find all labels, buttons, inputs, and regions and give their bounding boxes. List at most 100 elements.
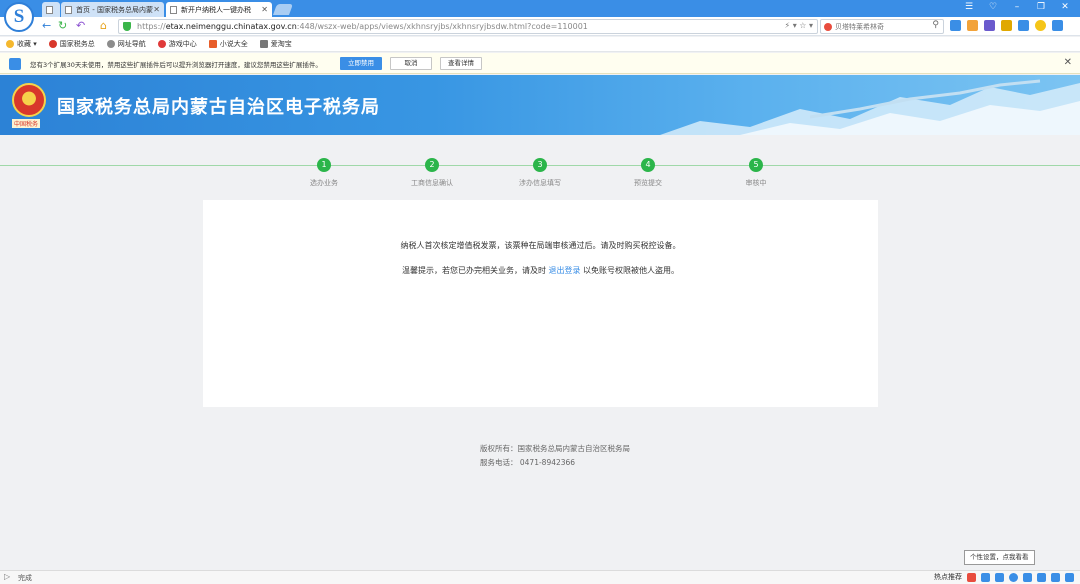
step-label: 选办业务 bbox=[310, 179, 338, 187]
bookmark-game-center[interactable]: 游戏中心 bbox=[157, 39, 197, 49]
skin-icon[interactable] bbox=[1051, 572, 1060, 582]
keyboard-icon[interactable] bbox=[1037, 572, 1046, 582]
step-number: 3 bbox=[533, 158, 547, 172]
service-phone: 服务电话： 0471-8942366 bbox=[480, 458, 576, 467]
emblem-caption: 中国税务 bbox=[12, 119, 41, 128]
lightning-icon[interactable]: ⚡ ▾ ☆ ▾ bbox=[785, 21, 813, 30]
close-window-icon[interactable]: ✕ bbox=[1060, 2, 1070, 12]
game-icon bbox=[157, 40, 166, 48]
search-engine-icon[interactable] bbox=[824, 23, 832, 31]
extension-icon bbox=[9, 58, 21, 70]
extension-icon[interactable] bbox=[967, 20, 978, 31]
bookmark-novels[interactable]: 小说大全 bbox=[208, 39, 248, 49]
page-icon bbox=[46, 5, 53, 14]
step-4: 4 预览提交 bbox=[608, 158, 688, 188]
close-icon[interactable]: ✕ bbox=[261, 5, 268, 14]
extension-icons bbox=[950, 20, 1063, 31]
back-icon[interactable]: ← bbox=[42, 19, 51, 33]
play-icon[interactable]: ▷ bbox=[4, 572, 10, 581]
punctuation-icon[interactable] bbox=[995, 572, 1004, 582]
smiley-icon[interactable] bbox=[1035, 20, 1046, 31]
site-title: 国家税务总局内蒙古自治区电子税务局 bbox=[57, 97, 380, 118]
bookmark-tax-bureau[interactable]: 国家税务总 bbox=[48, 39, 95, 49]
shop-icon bbox=[259, 40, 268, 48]
chinese-mode-icon[interactable] bbox=[981, 572, 990, 582]
reminder-text: 温馨提示，若您已办完相关业务，请及时 退出登录 以免账号权限被他人盗用。 bbox=[401, 266, 680, 275]
star-icon bbox=[6, 40, 14, 48]
hot-recommend-label[interactable]: 热点推荐 bbox=[934, 572, 962, 582]
tab-label: 新开户纳税人一键办税 bbox=[181, 5, 251, 14]
minimize-icon[interactable]: – bbox=[1012, 2, 1022, 12]
step-5: 5 审核中 bbox=[716, 158, 796, 188]
extension-icon[interactable] bbox=[950, 20, 961, 31]
menu-icon[interactable]: ☰ bbox=[964, 2, 974, 12]
sogou-ime-icon[interactable] bbox=[967, 572, 976, 582]
notice-text: 您有3个扩展30天未使用，禁用这些扩展插件后可以提升浏览器打开速度，建议您禁用这… bbox=[30, 61, 322, 69]
microphone-icon[interactable] bbox=[1023, 572, 1032, 582]
invoice-notice-text: 纳税人首次核定增值税发票，该票种在局端审核通过后。请及时购买税控设备。 bbox=[400, 241, 681, 250]
step-number: 4 bbox=[641, 158, 655, 172]
search-icon[interactable]: ⚲ bbox=[932, 20, 939, 30]
secure-shield-icon bbox=[123, 22, 131, 31]
cancel-button[interactable]: 取消 bbox=[390, 57, 432, 70]
site-header-banner: 中国税务 国家税务总局内蒙古自治区电子税务局 bbox=[0, 75, 1080, 135]
home-icon[interactable]: ⌂ bbox=[100, 19, 107, 33]
copyright-text: 版权所有：国家税务总局内蒙古自治区税务局 bbox=[480, 444, 630, 453]
undo-icon[interactable]: ↶ bbox=[76, 19, 85, 33]
download-icon[interactable] bbox=[1052, 20, 1063, 31]
close-icon[interactable]: ✕ bbox=[1064, 57, 1072, 68]
disable-extensions-button[interactable]: 立即禁用 bbox=[340, 57, 382, 70]
status-bar: ▷ 完成 热点推荐 bbox=[0, 570, 1080, 584]
restore-icon[interactable]: ❐ bbox=[1036, 2, 1046, 12]
pinned-tab[interactable] bbox=[42, 2, 60, 17]
tab-new-taxpayer[interactable]: 新开户纳税人一键办税 ✕ bbox=[166, 2, 272, 17]
search-box[interactable]: ⚲ bbox=[820, 19, 944, 34]
translate-icon[interactable] bbox=[1018, 20, 1029, 31]
step-label: 审核中 bbox=[745, 179, 767, 187]
status-text: 完成 bbox=[18, 574, 32, 582]
emblem-icon bbox=[48, 40, 57, 48]
message-card: 纳税人首次核定增值税发票，该票种在局端审核通过后。请及时购买税控设备。 温馨提示… bbox=[203, 200, 878, 407]
new-tab-button[interactable] bbox=[272, 4, 294, 15]
close-icon[interactable]: ✕ bbox=[153, 5, 160, 14]
page-footer: 版权所有：国家税务总局内蒙古自治区税务局 服务电话： 0471-8942366 bbox=[480, 442, 630, 470]
bookmarks-bar: 收藏 ▾ 国家税务总 网址导航 游戏中心 小说大全 爱淘宝 bbox=[0, 37, 1080, 52]
globe-icon bbox=[106, 40, 115, 48]
bookmark-favorites[interactable]: 收藏 ▾ bbox=[6, 39, 37, 49]
window-controls: ☰ ♡ – ❐ ✕ bbox=[964, 2, 1070, 12]
tab-home[interactable]: 首页 - 国家税务总局内蒙 ✕ bbox=[61, 2, 164, 17]
key-icon[interactable] bbox=[1001, 20, 1012, 31]
browser-tab-bar: 首页 - 国家税务总局内蒙 ✕ 新开户纳税人一键办税 ✕ ☰ ♡ – ❐ ✕ bbox=[0, 0, 1080, 17]
step-2: 2 工商信息确认 bbox=[392, 158, 472, 188]
screenshot-icon[interactable] bbox=[984, 20, 995, 31]
step-label: 涉办信息填写 bbox=[519, 179, 561, 187]
tax-emblem-icon bbox=[12, 83, 46, 117]
step-number: 2 bbox=[425, 158, 439, 172]
address-bar[interactable]: https://etax.neimenggu.chinatax.gov.cn:4… bbox=[118, 19, 818, 34]
book-icon bbox=[208, 40, 217, 48]
emoji-icon[interactable] bbox=[1009, 572, 1018, 582]
step-label: 预览提交 bbox=[634, 179, 662, 187]
refresh-icon[interactable]: ↻ bbox=[58, 19, 67, 33]
great-wall-illustration bbox=[660, 79, 1080, 135]
step-3: 3 涉办信息填写 bbox=[500, 158, 580, 188]
tab-label: 首页 - 国家税务总局内蒙 bbox=[76, 5, 153, 14]
view-details-button[interactable]: 查看详情 bbox=[440, 57, 482, 70]
step-number: 5 bbox=[749, 158, 763, 172]
logout-link[interactable]: 退出登录 bbox=[549, 266, 581, 275]
bookmark-url-nav[interactable]: 网址导航 bbox=[106, 39, 146, 49]
bookmark-taobao[interactable]: 爱淘宝 bbox=[259, 39, 292, 49]
ime-tooltip: 个性设置，点我看看 bbox=[964, 550, 1035, 565]
step-number: 1 bbox=[317, 158, 331, 172]
skin-icon[interactable]: ♡ bbox=[988, 2, 998, 12]
step-1: 1 选办业务 bbox=[284, 158, 364, 188]
browser-logo-icon[interactable] bbox=[4, 2, 34, 32]
toolbox-icon[interactable] bbox=[1065, 572, 1074, 582]
search-input[interactable] bbox=[835, 21, 935, 33]
page-icon bbox=[170, 5, 177, 14]
step-label: 工商信息确认 bbox=[411, 179, 453, 187]
status-tray: 热点推荐 bbox=[934, 572, 1074, 582]
url-text[interactable]: https://etax.neimenggu.chinatax.gov.cn:4… bbox=[137, 21, 588, 33]
navigation-bar: ← ↻ ↶ ⌂ https://etax.neimenggu.chinatax.… bbox=[0, 17, 1080, 36]
page-icon bbox=[65, 5, 72, 14]
